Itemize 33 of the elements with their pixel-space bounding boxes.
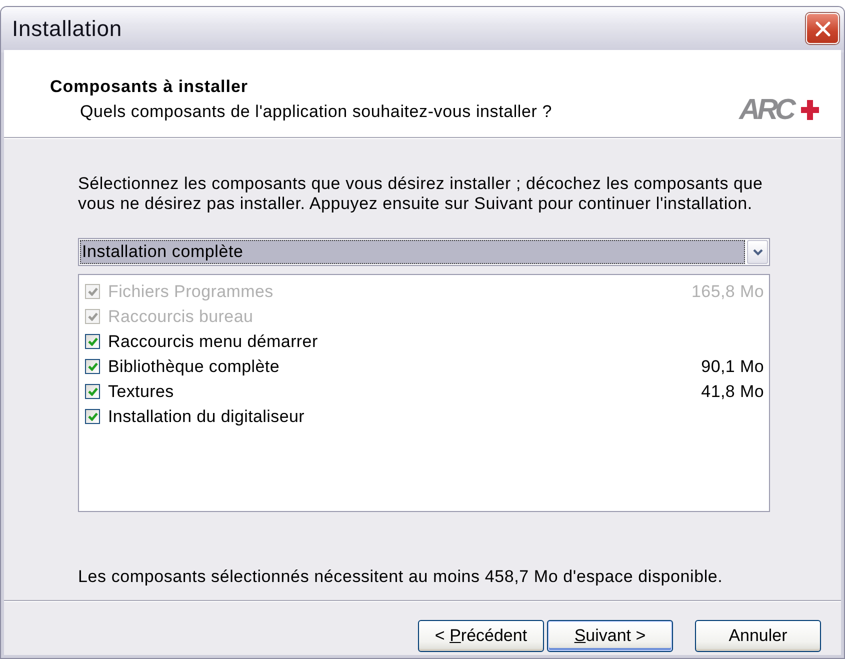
- next-button[interactable]: Suivant >: [547, 620, 673, 652]
- component-name[interactable]: Raccourcis menu démarrer: [108, 332, 318, 352]
- checkmark-icon: [88, 412, 98, 421]
- close-button[interactable]: [806, 13, 839, 44]
- page-subtitle: Quels composants de l'application souhaitez-vous installer ?: [80, 102, 552, 122]
- plus-icon: [801, 100, 819, 120]
- component-name[interactable]: Textures: [108, 382, 174, 402]
- component-size: 165,8 Mo: [692, 282, 764, 302]
- checkmark-icon: [88, 337, 98, 346]
- checkmark-icon: [88, 362, 98, 371]
- checkmark-icon: [88, 387, 98, 396]
- component-checkbox[interactable]: [85, 359, 100, 374]
- cancel-button[interactable]: Annuler: [695, 620, 821, 652]
- back-button[interactable]: < Précédent: [418, 620, 544, 652]
- window-title: Installation: [12, 16, 122, 42]
- component-checkbox[interactable]: [85, 384, 100, 399]
- checkmark-icon: [88, 287, 98, 296]
- page-title: Composants à installer: [50, 77, 250, 97]
- dropdown-value: Installation complète: [80, 240, 745, 264]
- component-size: 90,1 Mo: [701, 356, 764, 376]
- logo-text: ARC: [739, 96, 795, 124]
- component-size: 41,8 Mo: [701, 382, 764, 402]
- close-icon: [814, 20, 832, 38]
- component-checkbox[interactable]: [85, 409, 100, 424]
- dropdown-arrow-button[interactable]: [747, 240, 768, 264]
- component-checkbox[interactable]: [85, 334, 100, 349]
- install-type-dropdown[interactable]: Installation complète: [78, 238, 770, 266]
- component-name[interactable]: Installation du digitaliseur: [108, 406, 304, 426]
- chevron-down-icon: [752, 248, 762, 256]
- component-name[interactable]: Bibliothèque complète: [108, 356, 280, 376]
- instructions-text: Sélectionnez les composants que vous désirez installer ; décochez les composants que vous ne désirez pas installer. Appuyez ensuite sur Suivant pour continuer l'installation.: [78, 174, 764, 214]
- checkmark-icon: [88, 312, 98, 321]
- disk-space-note: Les composants sélectionnés nécessitent au moins 458,7 Mo d'espace disponible.: [78, 567, 724, 587]
